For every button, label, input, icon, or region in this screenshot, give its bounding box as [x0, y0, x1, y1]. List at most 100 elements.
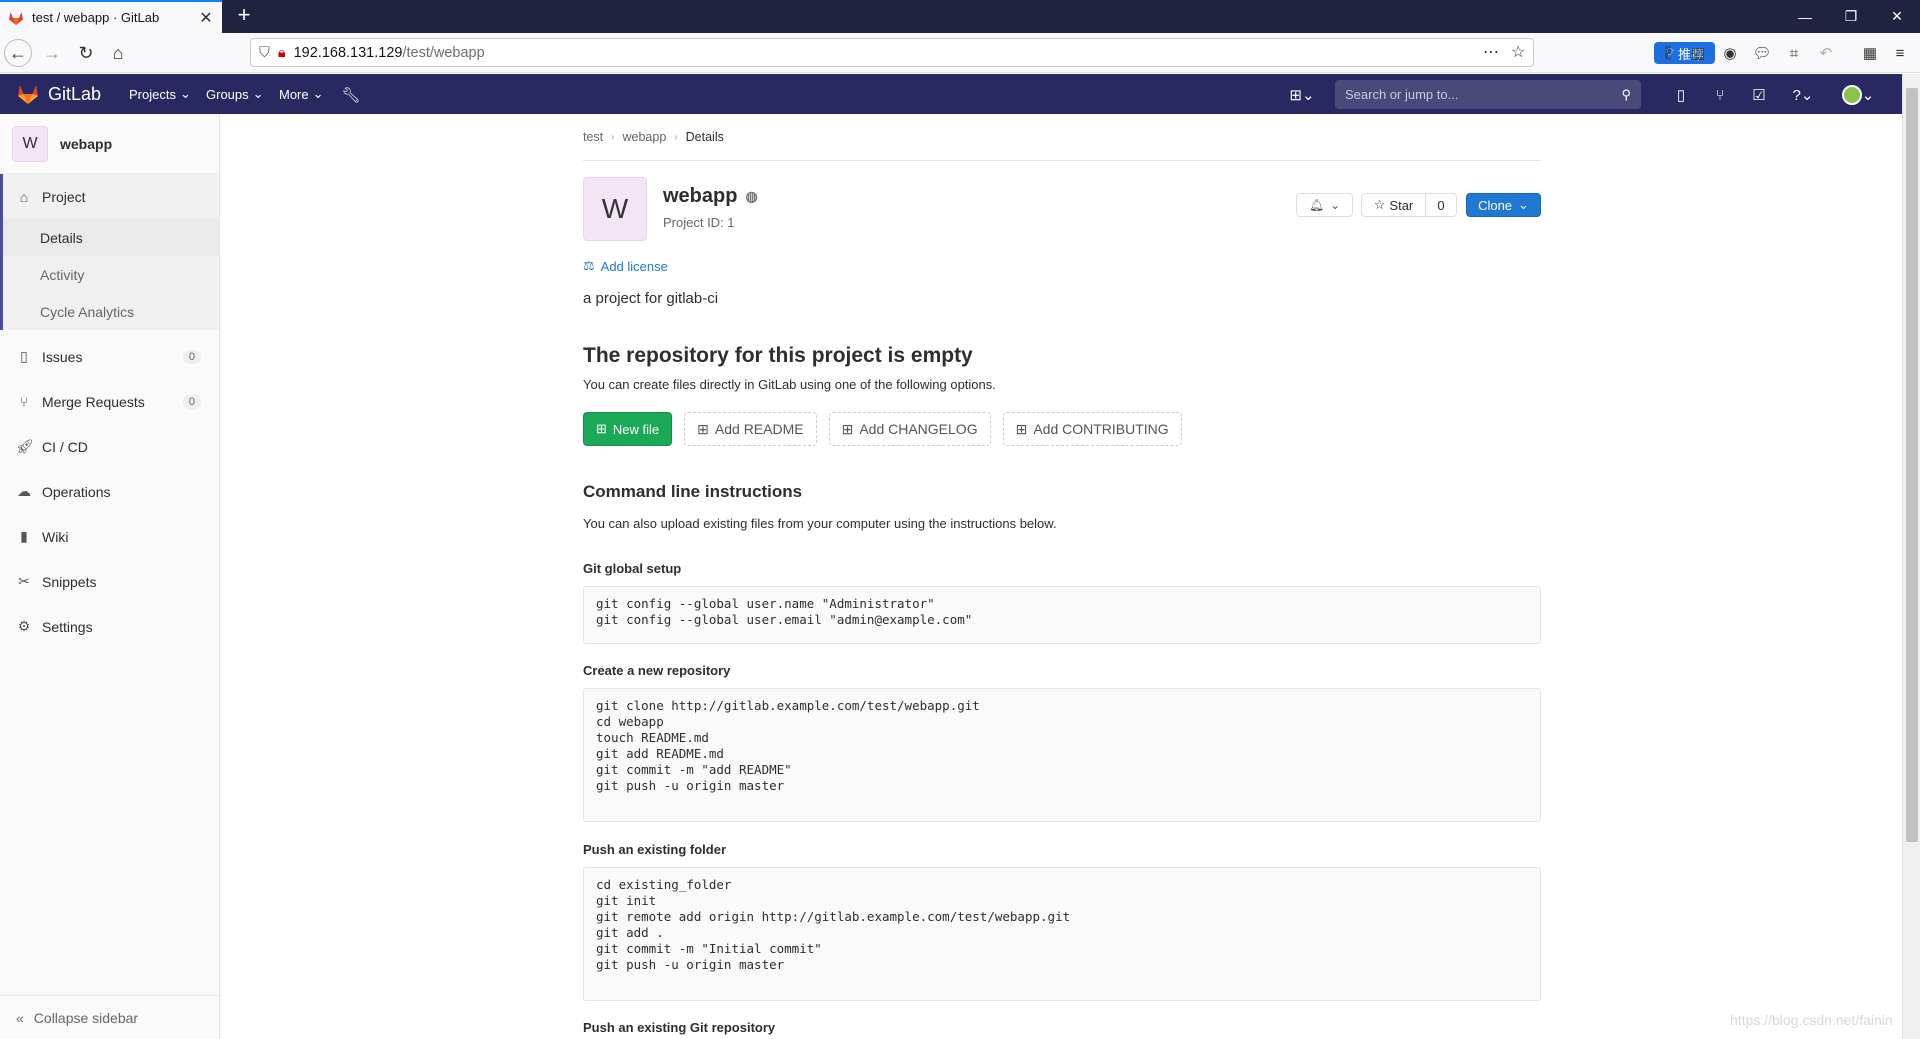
window-close-icon[interactable]: ✕ — [1874, 0, 1920, 33]
library-icon[interactable]: ⫼ — [1654, 39, 1682, 67]
sidebar-item-activity[interactable]: Activity — [3, 256, 219, 293]
home-icon[interactable]: ⌂ — [104, 39, 132, 67]
help-icon[interactable]: ?⌄ — [1786, 84, 1820, 106]
sidebar-item-details[interactable]: Details — [3, 219, 219, 256]
browser-tab-strip: test / webapp · GitLab ✕ + — ❐ ✕ — [0, 0, 1920, 33]
sidebar-toggle-icon[interactable]: ▥ — [1684, 39, 1712, 67]
gitlab-favicon-icon — [8, 10, 24, 26]
new-tab-icon[interactable]: + — [232, 4, 256, 28]
code-block-existing-folder[interactable]: cd existing_folder git init git remote a… — [583, 867, 1541, 1001]
sidebar-item-cycle-analytics[interactable]: Cycle Analytics — [3, 293, 219, 330]
main-content: test › webapp › Details W webapp ◍ Proje… — [583, 114, 1541, 1035]
gear-icon: ⚙ — [17, 618, 31, 634]
plus-square-icon: ⊞ — [596, 421, 607, 436]
breadcrumb-test[interactable]: test — [583, 130, 603, 144]
add-license-link[interactable]: ⚖ Add license — [583, 258, 668, 274]
clone-button[interactable]: Clone ⌄ — [1466, 193, 1541, 217]
sidebar-item-label: Snippets — [42, 573, 97, 590]
bookmark-star-icon[interactable]: ☆ — [1511, 42, 1525, 62]
sidebar-item-merge-requests[interactable]: ⑂ Merge Requests 0 — [0, 379, 219, 424]
notification-dropdown[interactable]: 🔔︎ ⌄ — [1296, 193, 1353, 217]
code-block-new-repo[interactable]: git clone http://gitlab.example.com/test… — [583, 688, 1541, 822]
sidebar-item-settings[interactable]: ⚙ Settings — [0, 604, 219, 649]
account-icon[interactable]: ◉ — [1716, 39, 1744, 67]
project-id: Project ID: 1 — [663, 215, 735, 230]
brand-name: GitLab — [48, 83, 102, 104]
breadcrumb: test › webapp › Details — [583, 114, 1541, 161]
sidebar-project-name: webapp — [60, 135, 113, 152]
undo-icon[interactable]: ↶ — [1812, 39, 1840, 67]
scrollbar-thumb[interactable] — [1906, 88, 1918, 842]
collapse-sidebar-button[interactable]: « Collapse sidebar — [0, 995, 219, 1039]
insecure-lock-icon: 🔒︎ — [277, 44, 286, 61]
admin-wrench-icon[interactable]: 🔧︎ — [340, 84, 362, 106]
reload-icon[interactable]: ↻ — [72, 39, 100, 67]
browser-navbar: ← → ↻ ⌂ ⛉ 🔒︎ 192.168.131.129/test/webapp… — [0, 33, 1920, 73]
chevron-right-icon: › — [674, 131, 678, 143]
sidebar-item-snippets[interactable]: ✂ Snippets — [0, 559, 219, 604]
issues-icon[interactable]: ▯ — [1670, 84, 1692, 106]
merge-requests-icon[interactable]: ⑂ — [1709, 84, 1731, 106]
minimize-icon[interactable]: — — [1782, 0, 1828, 33]
chevron-right-icon: › — [611, 131, 615, 143]
home-icon: ⌂ — [19, 188, 29, 205]
sidebar-item-label: Settings — [42, 618, 93, 635]
todos-icon[interactable]: ☑ — [1748, 84, 1770, 106]
add-contributing-button[interactable]: ⊞ Add CONTRIBUTING — [1002, 412, 1182, 446]
project-sidebar: W webapp ⌂ Project Details Activity Cycl… — [0, 114, 220, 1039]
tab-close-icon[interactable]: ✕ — [198, 8, 214, 28]
chevron-down-icon: ⌄ — [1330, 198, 1341, 212]
sidebar-project-header[interactable]: W webapp — [0, 114, 219, 174]
page-scrollbar[interactable] — [1902, 74, 1920, 1039]
groups-menu[interactable]: Groups ⌄ — [206, 86, 264, 102]
add-changelog-label: Add CHANGELOG — [859, 421, 978, 437]
star-count[interactable]: 0 — [1426, 194, 1456, 216]
search-placeholder: Search or jump to... — [1345, 87, 1459, 102]
create-file-options: ⊞ New file ⊞ Add README ⊞ Add CHANGELOG ⊞ Ad… — [583, 412, 1182, 446]
new-dropdown-icon[interactable]: ⊞⌄ — [1286, 84, 1318, 106]
breadcrumb-details[interactable]: Details — [686, 130, 724, 144]
star-toggle[interactable]: ☆ Star — [1362, 194, 1426, 216]
book-icon: ▮ — [20, 528, 28, 544]
section-title-existing-repo: Push an existing Git repository — [583, 1020, 776, 1035]
chat-icon[interactable]: 💬︎ — [1748, 39, 1776, 67]
code-block-global-setup[interactable]: git config --global user.name "Administr… — [583, 586, 1541, 644]
more-menu[interactable]: More ⌄ — [279, 86, 324, 102]
search-icon: ⚲ — [1621, 86, 1631, 102]
star-button[interactable]: ☆ Star 0 — [1361, 193, 1457, 217]
sidebar-item-issues[interactable]: ▯ Issues 0 — [0, 334, 219, 379]
url-bar[interactable]: ⛉ 🔒︎ 192.168.131.129/test/webapp 💡︎ 推荐 ⋯ … — [250, 38, 1715, 67]
section-title-global-setup: Git global setup — [583, 561, 682, 576]
chevron-down-icon: ⌄ — [179, 86, 191, 101]
scale-icon: ⚖ — [583, 258, 595, 273]
user-avatar[interactable]: ⌄ — [1838, 84, 1878, 106]
gitlab-logo[interactable]: GitLab — [16, 82, 101, 106]
issues-count-badge: 0 — [182, 349, 201, 364]
projects-menu[interactable]: Projects ⌄ — [129, 86, 191, 102]
tanuki-icon — [16, 82, 40, 106]
menu-icon[interactable]: ≡ — [1886, 39, 1914, 67]
double-chevron-left-icon: « — [16, 1009, 24, 1026]
cloud-gauge-icon: ☁ — [17, 483, 31, 499]
groups-menu-label: Groups — [206, 86, 249, 102]
project-description: a project for gitlab-ci — [583, 290, 719, 307]
back-icon[interactable]: ← — [4, 39, 32, 67]
page-actions-icon[interactable]: ⋯ — [1483, 42, 1499, 62]
chevron-down-icon: ⌄ — [252, 86, 264, 101]
add-changelog-button[interactable]: ⊞ Add CHANGELOG — [828, 412, 991, 446]
screenshot-icon[interactable]: ⌗ — [1780, 39, 1808, 67]
sidebar-item-operations[interactable]: ☁ Operations — [0, 469, 219, 514]
sidebar-item-wiki[interactable]: ▮ Wiki — [0, 514, 219, 559]
extensions-icon[interactable]: ▦ — [1856, 39, 1884, 67]
sidebar-item-project[interactable]: ⌂ Project — [3, 174, 219, 219]
add-readme-button[interactable]: ⊞ Add README — [684, 412, 817, 446]
forward-icon[interactable]: → — [38, 39, 66, 67]
sidebar-item-ci-cd[interactable]: 🚀︎ CI / CD — [0, 424, 219, 469]
search-input[interactable]: Search or jump to... ⚲ — [1335, 80, 1641, 109]
restore-icon[interactable]: ❐ — [1828, 0, 1874, 33]
browser-tab[interactable]: test / webapp · GitLab ✕ — [0, 0, 222, 33]
sidebar-item-label: Wiki — [42, 528, 69, 545]
breadcrumb-webapp[interactable]: webapp — [623, 130, 667, 144]
new-file-button[interactable]: ⊞ New file — [583, 412, 673, 446]
project-header: W webapp ◍ Project ID: 1 🔔︎ ⌄ ☆ Star 0 Clo… — [583, 177, 1541, 265]
